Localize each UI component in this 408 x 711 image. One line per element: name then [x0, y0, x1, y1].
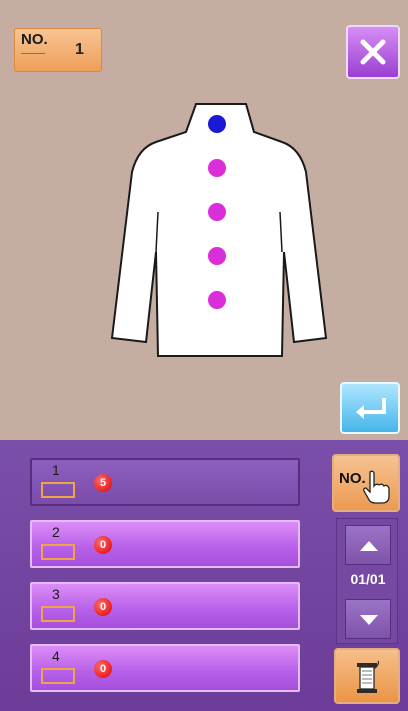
button-dot: [208, 247, 226, 265]
list-row[interactable]: 40: [30, 644, 300, 692]
row-number: 2: [52, 524, 60, 540]
row-box-icon: [41, 482, 75, 498]
enter-return-icon: [356, 398, 386, 419]
garment-illustration: [104, 102, 334, 360]
pattern-number-underline: [21, 51, 45, 54]
thread-button[interactable]: [334, 648, 400, 704]
row-count-badge: 5: [94, 474, 112, 492]
list-row[interactable]: 15: [30, 458, 300, 506]
hand-pointer-icon: [363, 470, 390, 504]
row-count-badge: 0: [94, 598, 112, 616]
pattern-preview-area: NO. 1: [0, 0, 408, 440]
pattern-number-badge: NO. 1: [14, 28, 102, 72]
no-select-button[interactable]: NO.: [332, 454, 400, 512]
row-box-icon: [41, 544, 75, 560]
close-button[interactable]: [346, 25, 400, 79]
pattern-number-label: NO.: [21, 31, 48, 48]
triangle-down-icon: [360, 615, 378, 625]
triangle-up-icon: [360, 541, 378, 551]
close-icon: [360, 39, 386, 65]
button-dot: [208, 159, 226, 177]
row-box-icon: [41, 606, 75, 622]
row-number: 1: [52, 462, 60, 478]
scroll-down-button[interactable]: [345, 599, 391, 639]
scroll-up-button[interactable]: [345, 525, 391, 565]
enter-button[interactable]: [340, 382, 400, 434]
button-dot: [208, 203, 226, 221]
row-count-badge: 0: [94, 660, 112, 678]
thread-spool-icon: [357, 660, 380, 693]
row-count-badge: 0: [94, 536, 112, 554]
shirt-shape: [110, 103, 328, 357]
button-dot: [208, 291, 226, 309]
row-number: 3: [52, 586, 60, 602]
top-button-dot: [208, 115, 226, 133]
pager: 01/01: [336, 518, 398, 644]
row-number: 4: [52, 648, 60, 664]
row-box-icon: [41, 668, 75, 684]
list-row[interactable]: 30: [30, 582, 300, 630]
page-indicator: 01/01: [350, 571, 386, 587]
list-row[interactable]: 20: [30, 520, 300, 568]
pattern-number-value: 1: [75, 41, 84, 58]
